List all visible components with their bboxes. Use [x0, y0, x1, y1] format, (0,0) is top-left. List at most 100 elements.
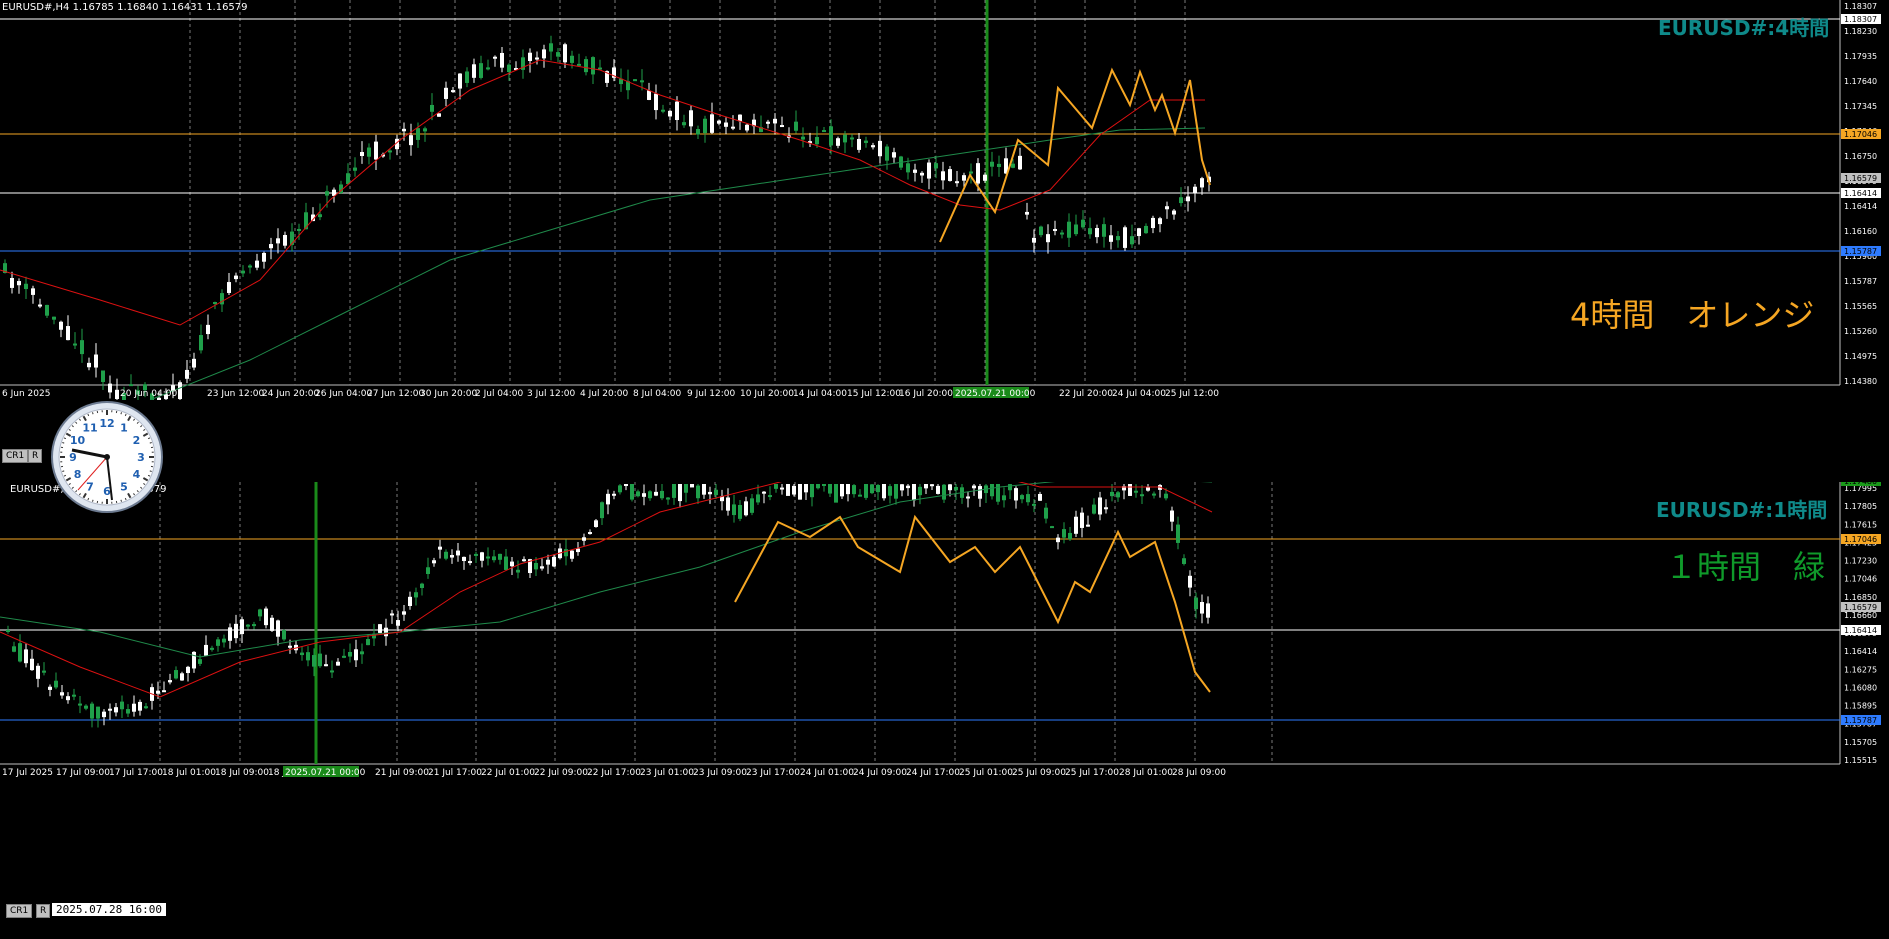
- candle-body: [206, 324, 210, 335]
- h4-chart-pane[interactable]: 1.18307 1.18230 1.17935 1.17640 1.17345 1.170…: [0, 0, 1889, 400]
- h1-cr1-button[interactable]: CR1: [6, 904, 33, 918]
- candle-body: [1068, 532, 1072, 540]
- time-tick-label: 16 Jul 20:00: [899, 389, 953, 399]
- candle-body: [927, 162, 931, 179]
- candle-body: [192, 651, 196, 669]
- candle-body: [94, 354, 98, 368]
- candle-body: [1026, 494, 1030, 503]
- clock-tick: [92, 499, 94, 502]
- candle-body: [458, 73, 462, 89]
- clock-number: 10: [70, 434, 86, 447]
- candle-body: [1200, 602, 1204, 614]
- candle-body: [1046, 234, 1050, 243]
- candle-body: [1032, 503, 1036, 506]
- h4-cr1-btn[interactable]: CR1: [2, 449, 29, 463]
- zigzag-line: [939, 67, 1211, 243]
- candle-body: [227, 282, 231, 293]
- candle-body: [594, 520, 598, 527]
- candle-body: [66, 696, 70, 701]
- candle-body: [546, 559, 550, 565]
- ma-slow-line: [149, 127, 1206, 400]
- candle-body: [1008, 484, 1012, 491]
- candle-body: [300, 652, 304, 656]
- candle-body: [672, 484, 676, 498]
- candle-body: [1164, 493, 1168, 499]
- candle-body: [204, 644, 208, 656]
- candle-body: [858, 494, 862, 497]
- candle-body: [834, 484, 838, 503]
- candle-body: [486, 67, 490, 70]
- time-tick-label: 2025.07.21 00:00: [285, 768, 366, 778]
- h1-chart-pane[interactable]: 1.179951.178051.176151.174251.172301.170…: [0, 482, 1889, 939]
- time-tick-label: 14 Jul 04:00: [793, 389, 847, 399]
- candle-body: [185, 369, 189, 379]
- candle-body: [432, 560, 436, 564]
- candle-body: [24, 283, 28, 290]
- h4-chart-canvas[interactable]: 1.18307 1.18230 1.17935 1.17640 1.17345 1.170…: [0, 0, 1889, 400]
- price-marker-label: 1.18307: [1844, 15, 1877, 24]
- candle-body: [1110, 491, 1114, 497]
- price-marker-label: 1.15787: [1844, 247, 1877, 256]
- price-tick-label: 1.16080: [1844, 683, 1877, 692]
- time-tick-label: 24 Jul 04:00: [1112, 389, 1166, 399]
- price-tick-label: 1.14975: [1844, 352, 1877, 361]
- candle-body: [624, 484, 628, 486]
- candle-body: [786, 484, 790, 496]
- candle-body: [576, 548, 580, 553]
- candle-body: [210, 647, 214, 650]
- h1-chart-canvas[interactable]: 1.179951.178051.176151.174251.172301.170…: [0, 482, 1889, 939]
- candle-body: [876, 484, 880, 493]
- time-tick-label: 6 Jun 2025: [2, 389, 50, 399]
- candle-body: [198, 659, 202, 664]
- price-marker-label: 1.15787: [1844, 716, 1877, 725]
- candle-body: [912, 484, 916, 501]
- candle-body: [282, 630, 286, 640]
- candle-body: [654, 93, 658, 111]
- candle-body: [1074, 224, 1078, 235]
- candle-body: [114, 707, 118, 713]
- candle-body: [954, 486, 958, 491]
- clock-tick: [149, 442, 152, 444]
- candle-body: [437, 113, 441, 117]
- candle-body: [714, 489, 718, 496]
- candle-body: [255, 260, 259, 268]
- candle-body: [978, 486, 982, 499]
- candle-body: [306, 652, 310, 661]
- candle-body: [102, 711, 106, 718]
- candle-body: [409, 135, 413, 146]
- candle-body: [374, 141, 378, 160]
- clock-tick: [120, 412, 122, 415]
- candle-body: [408, 596, 412, 607]
- candle-body: [138, 701, 142, 711]
- candle-body: [633, 79, 637, 82]
- h1-r-button[interactable]: R: [36, 904, 51, 918]
- candle-body: [930, 484, 934, 487]
- h4-r-btn[interactable]: R: [28, 449, 43, 463]
- ma-fast-line: [0, 482, 1213, 698]
- candle-body: [90, 703, 94, 719]
- candle-body: [766, 121, 770, 124]
- candle-body: [750, 498, 754, 513]
- candle-body: [684, 484, 688, 493]
- candle-body: [1038, 493, 1042, 501]
- candle-body: [1014, 488, 1018, 501]
- candle-body: [1074, 516, 1078, 534]
- candle-body: [870, 484, 874, 494]
- candle-body: [582, 537, 586, 541]
- candle-body: [969, 171, 973, 174]
- candle-body: [780, 487, 784, 490]
- candle-body: [1081, 219, 1085, 228]
- time-tick-label: 25 Jul 17:00: [1065, 768, 1119, 778]
- clock-number: 8: [74, 468, 82, 481]
- analog-clock-widget[interactable]: 12 1 2 3 4 5 6 7 8 9 10 11: [50, 400, 164, 514]
- candle-body: [402, 128, 406, 132]
- candle-body: [325, 191, 329, 196]
- candle-body: [966, 496, 970, 499]
- candle-body: [168, 680, 172, 683]
- price-marker-label: 1.17480: [1844, 482, 1877, 486]
- clock-center: [104, 454, 110, 460]
- candle-body: [1116, 492, 1120, 498]
- candle-body: [934, 163, 938, 169]
- price-tick-label: 1.15565: [1844, 302, 1877, 311]
- candle-body: [378, 624, 382, 633]
